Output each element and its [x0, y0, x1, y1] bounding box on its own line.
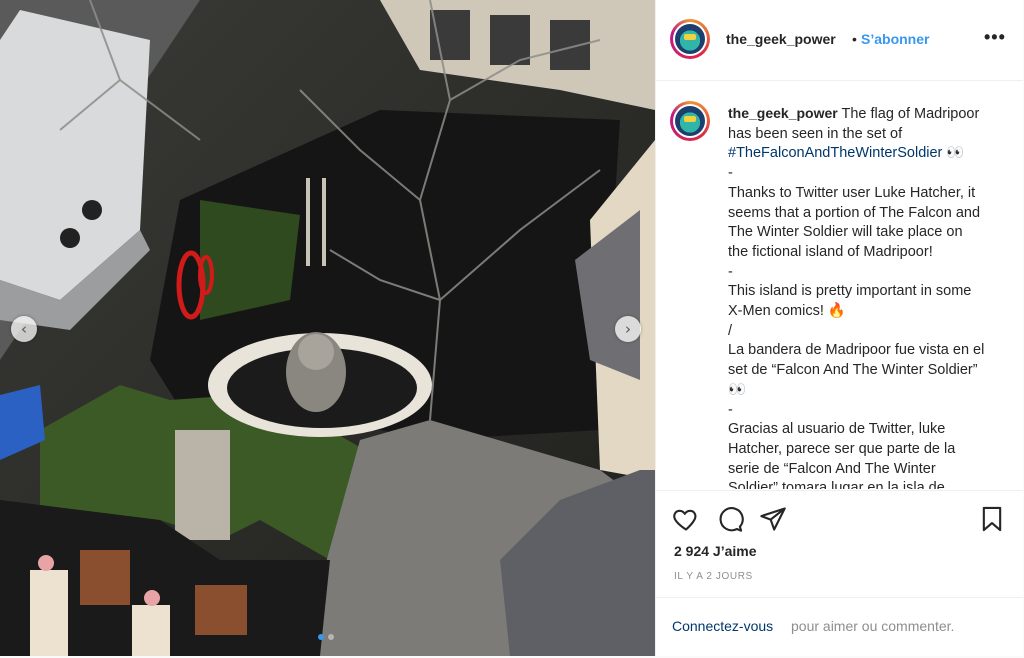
- caption-line: Thanks to Twitter user Luke Hatcher, it: [728, 184, 976, 201]
- post-photo[interactable]: ‹ ›: [0, 0, 655, 656]
- caption-line: the fictional island of Madripoor!: [728, 243, 933, 260]
- caption-line: The Winter Soldier will take place on: [728, 224, 963, 241]
- chevron-left-icon: ‹: [21, 320, 27, 338]
- post-header: the_geek_power • S’abonner •••: [656, 0, 1023, 81]
- caption-line: Soldier” tomara lugar en la isla de: [728, 480, 945, 489]
- caption-line: -: [728, 401, 733, 418]
- carousel-dot: [328, 634, 334, 640]
- login-prompt: Connectez-vous pour aimer ou commenter.: [656, 597, 1023, 658]
- post-caption: the_geek_power The flag of Madripoor has…: [728, 104, 1018, 489]
- set-photo-illustration: [0, 0, 655, 656]
- caption-line: seems that a portion of The Falcon and: [728, 204, 981, 221]
- like-count[interactable]: 2 924 J’aime: [674, 543, 757, 559]
- header-username[interactable]: the_geek_power: [726, 31, 836, 47]
- share-icon[interactable]: [759, 505, 787, 533]
- chevron-right-icon: ›: [625, 320, 631, 338]
- comments-section[interactable]: the_geek_power The flag of Madripoor has…: [656, 81, 1023, 489]
- caption-line: La bandera de Madripoor fue vista en el: [728, 342, 985, 359]
- caption-avatar[interactable]: [670, 101, 710, 141]
- login-prompt-text: pour aimer ou commenter.: [791, 618, 955, 634]
- login-link[interactable]: Connectez-vous: [672, 618, 773, 634]
- caption-line: -: [728, 263, 733, 280]
- caption-line: The flag of Madripoor: [841, 106, 980, 122]
- carousel-dot: [318, 634, 324, 640]
- caption-username[interactable]: the_geek_power: [728, 105, 838, 121]
- caption-line: 👀: [728, 381, 747, 398]
- post-actions: 2 924 J’aime IL Y A 2 JOURS Connectez-vo…: [656, 490, 1023, 657]
- carousel-next-button[interactable]: ›: [615, 316, 641, 342]
- eyes-emoji: 👀: [942, 145, 965, 162]
- heart-icon[interactable]: [672, 505, 700, 533]
- avatar[interactable]: [670, 19, 710, 59]
- caption-line: This island is pretty important in some: [728, 283, 972, 300]
- follow-button[interactable]: S’abonner: [861, 31, 929, 47]
- caption-line: X-Men comics! 🔥: [728, 303, 846, 320]
- separator-dot: •: [852, 31, 857, 47]
- post-timestamp[interactable]: IL Y A 2 JOURS: [674, 571, 753, 582]
- bookmark-icon[interactable]: [978, 505, 1006, 533]
- caption-line: serie de “Falcon And The Winter: [728, 460, 936, 477]
- caption-line: /: [728, 322, 733, 339]
- caption-line: set de “Falcon And The Winter Soldier”: [728, 362, 978, 379]
- instagram-post: ‹ › the_geek_power • S’abonner ••• the_g…: [0, 0, 1023, 656]
- more-options-icon[interactable]: •••: [984, 27, 1006, 48]
- post-sidebar: the_geek_power • S’abonner ••• the_geek_…: [655, 0, 1023, 656]
- caption-line: Hatcher, parece ser que parte de la: [728, 440, 956, 457]
- carousel-prev-button[interactable]: ‹: [11, 316, 37, 342]
- caption-line: Gracias al usuario de Twitter, luke: [728, 421, 946, 438]
- hashtag-link[interactable]: #TheFalconAndTheWinterSoldier: [728, 145, 942, 161]
- comment-icon[interactable]: [716, 505, 744, 533]
- caption-line: has been seen in the set of: [728, 125, 903, 142]
- caption-line: -: [728, 165, 733, 182]
- carousel-indicator: [318, 634, 334, 640]
